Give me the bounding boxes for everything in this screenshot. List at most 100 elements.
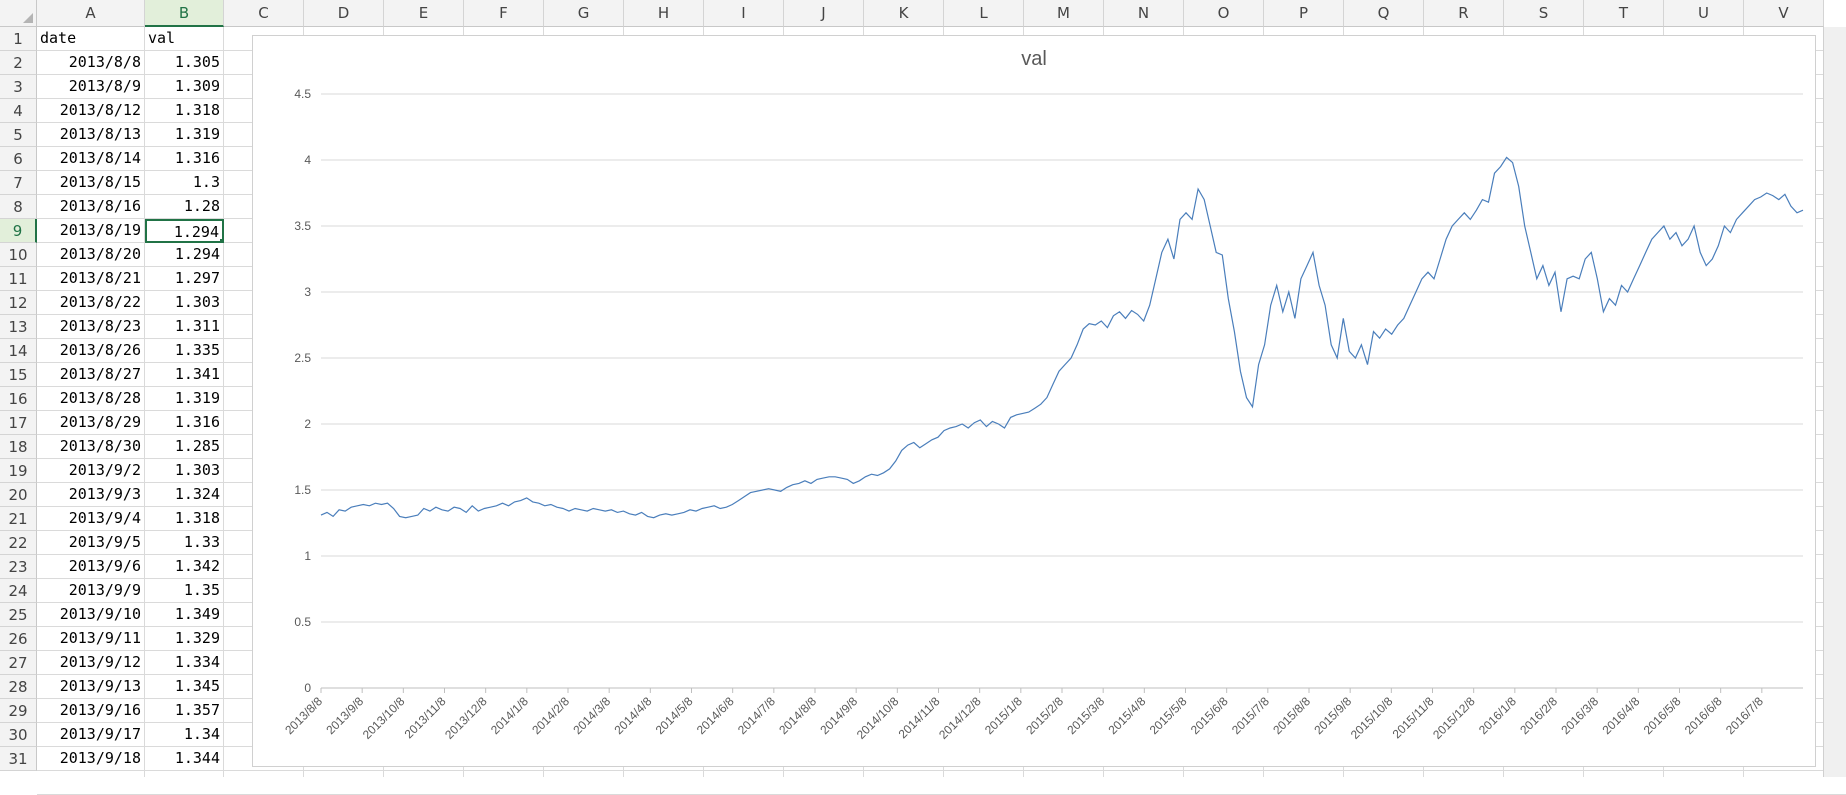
cell-a[interactable]: 2013/8/8 [37, 51, 145, 75]
cell-b[interactable]: 1.309 [145, 75, 224, 99]
cell-a[interactable]: 2013/8/12 [37, 99, 145, 123]
column-header-m[interactable]: M [1024, 0, 1104, 27]
cell-a[interactable]: date [37, 27, 145, 51]
cell-a[interactable]: 2013/9/17 [37, 723, 145, 747]
row-header[interactable]: 18 [0, 435, 37, 459]
cell-a[interactable]: 2013/9/10 [37, 603, 145, 627]
row-header[interactable]: 9 [0, 219, 37, 243]
active-cell[interactable]: 1.294 [145, 219, 224, 243]
cell-b[interactable]: 1.335 [145, 339, 224, 363]
cell-a[interactable]: 2013/8/28 [37, 387, 145, 411]
column-header-f[interactable]: F [464, 0, 544, 27]
cell-a[interactable]: 2013/8/29 [37, 411, 145, 435]
column-header-h[interactable]: H [624, 0, 704, 27]
column-header-q[interactable]: Q [1344, 0, 1424, 27]
cell-a[interactable]: 2013/8/16 [37, 195, 145, 219]
cell-b[interactable]: 1.311 [145, 315, 224, 339]
row-header[interactable]: 26 [0, 627, 37, 651]
column-header-s[interactable]: S [1504, 0, 1584, 27]
cell-b[interactable]: 1.28 [145, 195, 224, 219]
cell-b[interactable]: 1.324 [145, 483, 224, 507]
cell-a[interactable]: 2013/9/18 [37, 747, 145, 771]
cell-b[interactable]: 1.3 [145, 171, 224, 195]
cell-a[interactable]: 2013/9/3 [37, 483, 145, 507]
row-header[interactable]: 22 [0, 531, 37, 555]
row-header[interactable]: 2 [0, 51, 37, 75]
row-header[interactable]: 11 [0, 267, 37, 291]
cell-b[interactable]: 1.334 [145, 651, 224, 675]
cell-b[interactable]: 1.34 [145, 723, 224, 747]
cell-a[interactable]: 2013/8/30 [37, 435, 145, 459]
column-header-t[interactable]: T [1584, 0, 1664, 27]
row-header[interactable]: 12 [0, 291, 37, 315]
cell-a[interactable]: 2013/9/13 [37, 675, 145, 699]
row-header[interactable]: 13 [0, 315, 37, 339]
cell-a[interactable]: 2013/9/9 [37, 579, 145, 603]
cell-b[interactable]: 1.342 [145, 555, 224, 579]
row-header[interactable]: 19 [0, 459, 37, 483]
cell-a[interactable]: 2013/8/22 [37, 291, 145, 315]
cell-b[interactable]: 1.344 [145, 747, 224, 771]
cell-b[interactable]: val [145, 27, 224, 51]
cell-b[interactable]: 1.357 [145, 699, 224, 723]
column-header-d[interactable]: D [304, 0, 384, 27]
cell-b[interactable]: 1.35 [145, 579, 224, 603]
column-header-i[interactable]: I [704, 0, 784, 27]
row-header[interactable]: 15 [0, 363, 37, 387]
row-header[interactable]: 31 [0, 747, 37, 771]
cell-b[interactable]: 1.329 [145, 627, 224, 651]
cell-b[interactable]: 1.345 [145, 675, 224, 699]
row-header[interactable]: 24 [0, 579, 37, 603]
cell-b[interactable]: 1.349 [145, 603, 224, 627]
column-header-b[interactable]: B [145, 0, 224, 27]
cell-a[interactable]: 2013/8/26 [37, 339, 145, 363]
cell-a[interactable]: 2013/8/14 [37, 147, 145, 171]
cell-a[interactable]: 2013/9/11 [37, 627, 145, 651]
cell-a[interactable]: 2013/9/2 [37, 459, 145, 483]
row-header[interactable]: 14 [0, 339, 37, 363]
cell-a[interactable]: 2013/9/6 [37, 555, 145, 579]
cell-a[interactable]: 2013/8/9 [37, 75, 145, 99]
line-chart[interactable]: val 0 0.5 1 1.5 2 2.5 3 3.5 4 4.5 2013/8/8 2013/9/8… [252, 35, 1816, 767]
row-header[interactable]: 6 [0, 147, 37, 171]
select-all-corner[interactable] [0, 0, 37, 27]
row-header[interactable]: 1 [0, 27, 37, 51]
column-header-a[interactable]: A [37, 0, 145, 27]
row-header[interactable]: 21 [0, 507, 37, 531]
column-header-e[interactable]: E [384, 0, 464, 27]
row-header[interactable]: 20 [0, 483, 37, 507]
row-header[interactable]: 3 [0, 75, 37, 99]
vertical-scrollbar[interactable] [1823, 27, 1846, 777]
column-header-c[interactable]: C [224, 0, 304, 27]
cell-a[interactable]: 2013/8/27 [37, 363, 145, 387]
cell-a[interactable]: 2013/9/16 [37, 699, 145, 723]
row-header[interactable]: 25 [0, 603, 37, 627]
column-header-p[interactable]: P [1264, 0, 1344, 27]
column-header-n[interactable]: N [1104, 0, 1184, 27]
cell-b[interactable]: 1.319 [145, 123, 224, 147]
row-header[interactable]: 5 [0, 123, 37, 147]
column-header-l[interactable]: L [944, 0, 1024, 27]
cell-b[interactable]: 1.294 [145, 243, 224, 267]
row-header[interactable]: 29 [0, 699, 37, 723]
cell-a[interactable]: 2013/8/19 [37, 219, 145, 243]
cell-b[interactable]: 1.33 [145, 531, 224, 555]
column-header-g[interactable]: G [544, 0, 624, 27]
row-header[interactable]: 17 [0, 411, 37, 435]
cell-a[interactable]: 2013/9/12 [37, 651, 145, 675]
cell-b[interactable]: 1.305 [145, 51, 224, 75]
cell-b[interactable]: 1.285 [145, 435, 224, 459]
cell-b[interactable]: 1.316 [145, 411, 224, 435]
cell-b[interactable]: 1.303 [145, 291, 224, 315]
row-header[interactable]: 28 [0, 675, 37, 699]
cell-b[interactable]: 1.341 [145, 363, 224, 387]
row-header[interactable]: 4 [0, 99, 37, 123]
cell-b[interactable]: 1.319 [145, 387, 224, 411]
cell-a[interactable]: 2013/8/20 [37, 243, 145, 267]
column-header-v[interactable]: V [1744, 0, 1824, 27]
column-header-j[interactable]: J [784, 0, 864, 27]
row-header[interactable]: 23 [0, 555, 37, 579]
cell-a[interactable]: 2013/8/15 [37, 171, 145, 195]
cell-a[interactable]: 2013/8/23 [37, 315, 145, 339]
cell-b[interactable]: 1.303 [145, 459, 224, 483]
